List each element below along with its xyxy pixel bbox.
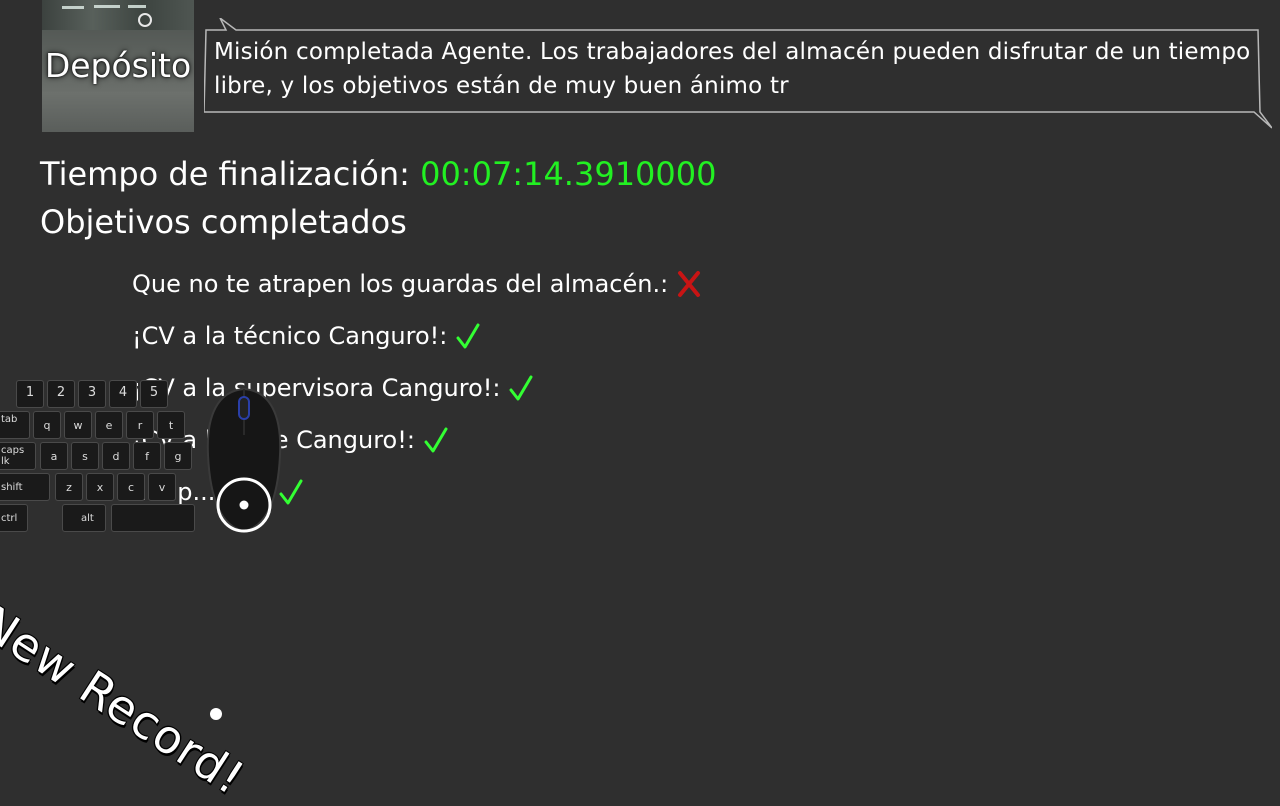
- key-x: x: [86, 473, 114, 501]
- key-c: c: [117, 473, 145, 501]
- key-4: 4: [109, 380, 137, 408]
- key-alt: alt: [62, 504, 106, 532]
- completion-time: Tiempo de finalización: 00:07:14.3910000: [40, 155, 716, 193]
- ceiling-light: [62, 6, 84, 9]
- mouse-overlay: [198, 385, 290, 535]
- key-e: e: [95, 411, 123, 439]
- check-icon: [509, 375, 533, 401]
- key-t: t: [157, 411, 185, 439]
- key-ctrl: ctrl: [0, 504, 28, 532]
- dialogue-text: Misión completada Agente. Los trabajador…: [214, 39, 1251, 99]
- completion-time-value: 00:07:14.3910000: [420, 155, 717, 193]
- objectives-title: Objetivos completados: [40, 203, 407, 241]
- check-icon: [456, 323, 480, 349]
- mouse-icon: [206, 387, 282, 533]
- cross-icon: [678, 271, 701, 297]
- key-5: 5: [140, 380, 168, 408]
- objective-item: Que no te atrapen los guardas del almacé…: [132, 258, 702, 310]
- completion-time-label: Tiempo de finalización:: [40, 155, 421, 193]
- location-name: Depósito: [44, 46, 192, 85]
- key-a: a: [40, 442, 68, 470]
- ceiling-light: [94, 5, 120, 8]
- objective-item: ¡CV a la técnico Canguro!:: [132, 310, 702, 362]
- keyboard-overlay: 1 2 3 4 5 tab q w e r t caps lk a s d f …: [0, 380, 200, 540]
- cursor-dot: [210, 708, 222, 720]
- key-3: 3: [78, 380, 106, 408]
- key-space: [111, 504, 195, 532]
- key-f: f: [133, 442, 161, 470]
- new-record-label: New Record!: [0, 595, 255, 806]
- key-q: q: [33, 411, 61, 439]
- key-v: v: [148, 473, 176, 501]
- key-r: r: [126, 411, 154, 439]
- thumbnail-ring: [138, 13, 152, 27]
- key-caps-lock: caps lk: [0, 442, 36, 470]
- key-tab: tab: [0, 411, 30, 439]
- key-z: z: [55, 473, 83, 501]
- thumbnail-floor: [42, 92, 194, 132]
- objective-label: Que no te atrapen los guardas del almacé…: [132, 270, 669, 298]
- key-g: g: [164, 442, 192, 470]
- check-icon: [424, 427, 448, 453]
- key-w: w: [64, 411, 92, 439]
- key-1: 1: [16, 380, 44, 408]
- ceiling-light: [128, 5, 146, 8]
- key-shift: shift: [0, 473, 50, 501]
- objective-label: ¡CV a la técnico Canguro!:: [132, 322, 448, 350]
- key-s: s: [71, 442, 99, 470]
- key-d: d: [102, 442, 130, 470]
- key-2: 2: [47, 380, 75, 408]
